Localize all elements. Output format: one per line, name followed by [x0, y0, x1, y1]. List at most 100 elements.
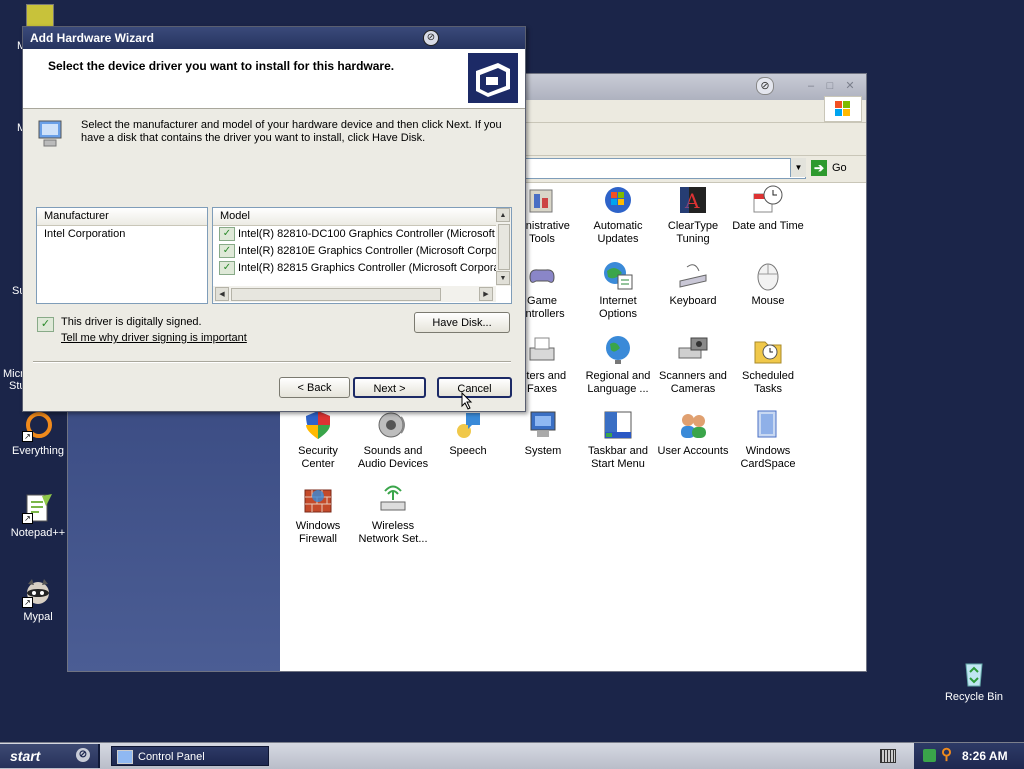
cp-item-keyboard[interactable]: Keyboard [655, 259, 731, 308]
close-button[interactable]: ✕ [842, 79, 858, 93]
manufacturer-list[interactable]: Manufacturer Intel Corporation [36, 207, 208, 304]
cp-item-label: Automatic Updates [593, 220, 643, 245]
shortcut-arrow-icon: ↗ [22, 513, 33, 524]
scroll-thumb[interactable] [231, 288, 441, 301]
instruction-line-1: Select the manufacturer and model of you… [81, 119, 502, 131]
chevron-down-icon[interactable]: ▼ [790, 158, 806, 177]
cp-item-windows-cardspace[interactable]: Windows CardSpace [730, 409, 806, 471]
next-button[interactable]: Next > [353, 377, 426, 398]
recycle-bin-icon [958, 656, 990, 688]
scroll-thumb[interactable] [498, 224, 510, 270]
start-button[interactable]: start ⊘ [0, 744, 100, 768]
desktop-icon-label: Mypal [23, 611, 53, 623]
cp-item-speech[interactable]: Speech [430, 409, 506, 458]
start-orb-icon: ⊘ [76, 748, 90, 762]
model-column-header[interactable]: Model [213, 208, 496, 226]
scroll-right-icon[interactable]: ▶ [479, 287, 493, 301]
list-item[interactable]: ✓ Intel(R) 82815 Graphics Controller (Mic… [213, 260, 497, 277]
maximize-button[interactable]: □ [822, 79, 838, 93]
search-icon[interactable]: ⚲ [941, 747, 952, 763]
scroll-left-icon[interactable]: ◀ [215, 287, 229, 301]
clock[interactable]: 8:26 AM [962, 743, 1008, 769]
vertical-scrollbar[interactable]: ▲ ▼ [496, 208, 511, 286]
shortcut-arrow-icon: ↗ [22, 597, 33, 608]
notepadpp-icon: ↗ [22, 492, 54, 524]
system-tray: ⚲ 8:26 AM [914, 743, 1024, 769]
shortcut-arrow-icon: ↗ [22, 431, 33, 442]
cp-item-label: Scheduled Tasks [742, 370, 794, 395]
horizontal-scrollbar[interactable]: ◀ ▶ [213, 286, 496, 302]
cp-item-label: ClearType Tuning [667, 220, 719, 245]
cp-item-wireless-network[interactable]: Wireless Network Set... [355, 484, 431, 546]
sounds-audio-icon [377, 409, 409, 441]
cp-item-label: User Accounts [657, 445, 729, 457]
cp-item-label: Security Center [298, 445, 338, 470]
taskbar: start ⊘ Control Panel ⚲ 8:26 AM [0, 742, 1024, 769]
separator [33, 361, 511, 363]
cancel-button[interactable]: Cancel [437, 377, 512, 398]
go-arrow-icon: ➔ [811, 160, 827, 176]
cp-item-date-time[interactable]: Date and Time [730, 184, 806, 233]
scanners-cameras-icon [677, 334, 709, 366]
cp-item-cleartype[interactable]: A ClearType Tuning [655, 184, 731, 246]
windows-cardspace-icon [752, 409, 784, 441]
cp-item-taskbar-start-menu[interactable]: Taskbar and Start Menu [580, 409, 656, 471]
cp-item-scanners-cameras[interactable]: Scanners and Cameras [655, 334, 731, 396]
wizard-title: Add Hardware Wizard [30, 31, 154, 45]
scroll-up-icon[interactable]: ▲ [496, 208, 510, 222]
monitor-icon [37, 119, 63, 149]
cp-item-mouse[interactable]: Mouse [730, 259, 806, 308]
cp-item-internet-options[interactable]: Internet Options [580, 259, 656, 321]
cp-item-automatic-updates[interactable]: Automatic Updates [580, 184, 656, 246]
cp-item-scheduled-tasks[interactable]: Scheduled Tasks [730, 334, 806, 396]
printers-faxes-icon [526, 334, 558, 366]
back-button[interactable]: < Back [279, 377, 350, 398]
cp-item-user-accounts[interactable]: User Accounts [655, 409, 731, 458]
cp-item-label: Date and Time [732, 220, 804, 232]
cp-item-windows-firewall[interactable]: Windows Firewall [280, 484, 356, 546]
list-item[interactable]: ✓ Intel(R) 82810E Graphics Controller (Mi… [213, 243, 497, 260]
keyboard-layout-icon[interactable] [880, 749, 896, 763]
cp-item-label: Regional and Language ... [585, 370, 651, 395]
cp-item-label: Taskbar and Start Menu [588, 445, 648, 470]
cp-item-security-center[interactable]: Security Center [280, 409, 356, 471]
hardware-wizard-icon [468, 53, 518, 103]
network-icon[interactable] [923, 749, 936, 762]
wizard-header-text: Select the device driver you want to ins… [48, 59, 395, 73]
scroll-down-icon[interactable]: ▼ [496, 271, 510, 285]
speech-icon [452, 409, 484, 441]
taskbar-start-menu-icon [602, 409, 634, 441]
desktop-icon-label: Everything [12, 445, 64, 457]
have-disk-button[interactable]: Have Disk... [414, 312, 510, 333]
windows-firewall-icon [302, 484, 334, 516]
administrative-tools-icon [526, 184, 558, 216]
keyboard-icon [677, 259, 709, 291]
help-button[interactable]: ⊘ [756, 77, 774, 95]
add-hardware-wizard-window[interactable]: Add Hardware Wizard ⊘ Select the device … [22, 26, 526, 412]
instruction-line-2: have a disk that contains the driver you… [81, 132, 426, 144]
scheduled-tasks-icon [752, 334, 784, 366]
cp-item-label: Keyboard [669, 295, 717, 307]
list-item[interactable]: Intel Corporation [37, 226, 207, 243]
taskbar-item-control-panel[interactable]: Control Panel [111, 746, 269, 766]
model-list[interactable]: Model ✓ Intel(R) 82810-DC100 Graphics Con… [212, 207, 512, 304]
help-button[interactable]: ⊘ [423, 30, 439, 46]
go-button[interactable]: ➔ Go [811, 159, 847, 177]
cp-item-label: Wireless Network Set... [358, 520, 428, 545]
list-item[interactable]: ✓ Intel(R) 82810-DC100 Graphics Controlle… [213, 226, 497, 243]
cp-item-label: Internet Options [599, 295, 637, 320]
wizard-titlebar[interactable]: Add Hardware Wizard ⊘ [23, 27, 525, 49]
cp-item-regional-language[interactable]: Regional and Language ... [580, 334, 656, 396]
minimize-button[interactable]: – [803, 79, 819, 93]
cp-item-system[interactable]: System [505, 409, 581, 458]
internet-options-icon [602, 259, 634, 291]
desktop-icon-recycle-bin[interactable]: Recycle Bin [934, 656, 1014, 703]
everything-icon: ↗ [22, 410, 54, 442]
control-panel-icon [117, 750, 133, 764]
driver-signing-link[interactable]: Tell me why driver signing is important [61, 332, 247, 344]
manufacturer-column-header[interactable]: Manufacturer [37, 208, 207, 226]
cp-item-sounds-audio[interactable]: Sounds and Audio Devices [355, 409, 431, 471]
automatic-updates-icon [602, 184, 634, 216]
regional-language-icon [602, 334, 634, 366]
mouse-cursor-icon [461, 391, 473, 410]
